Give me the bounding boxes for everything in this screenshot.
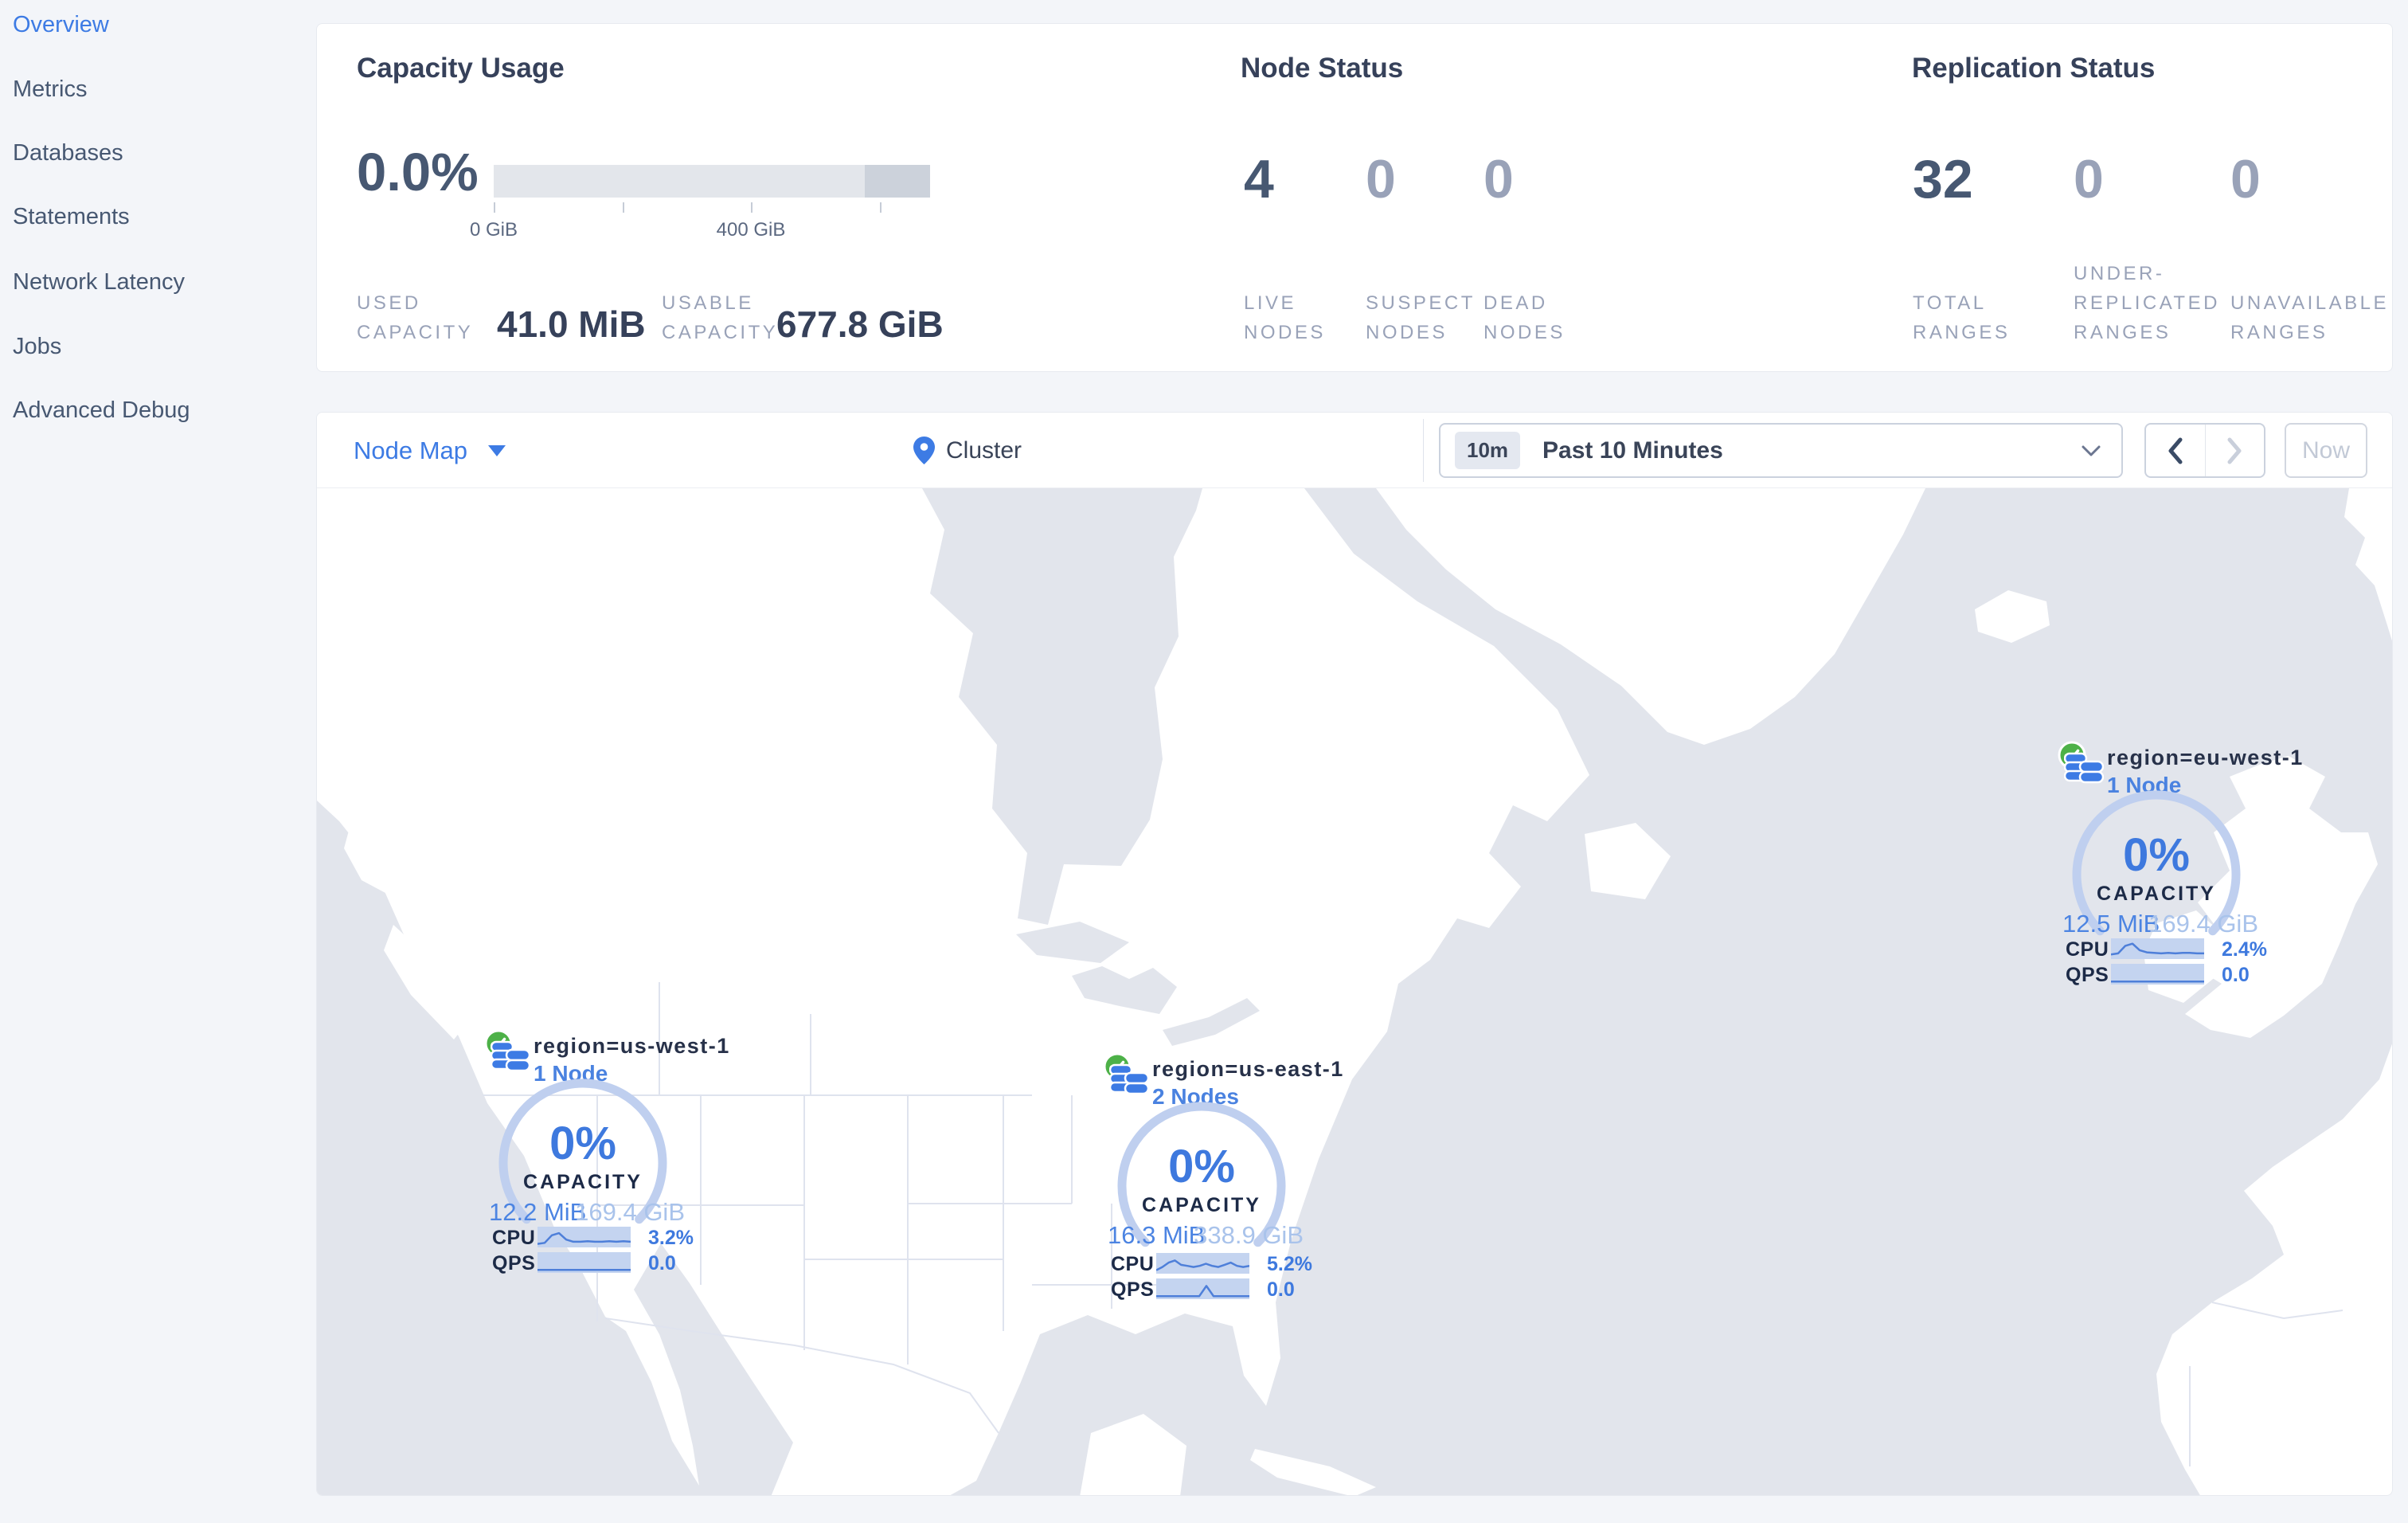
suspect-nodes-count: 0 — [1366, 149, 1396, 209]
capacity-tick — [880, 202, 882, 213]
replication-status-title: Replication Status — [1912, 53, 2156, 84]
usable-capacity-value: 677.8 GiB — [776, 303, 944, 345]
chevron-left-icon — [2168, 437, 2183, 464]
qps-value: 0.0 — [648, 1252, 676, 1274]
dead-nodes-count: 0 — [1484, 149, 1514, 209]
cpu-sparkline — [1155, 1253, 1250, 1274]
cluster-summary-card: Capacity Usage 0.0% 0 GiB 400 GiB USED C… — [316, 23, 2393, 372]
capacity-tick — [751, 202, 752, 213]
qps-value: 0.0 — [1267, 1278, 1295, 1301]
view-mode-label: Node Map — [354, 436, 468, 464]
toolbar-divider — [1423, 419, 1424, 482]
region-usable-capacity: 338.9 GiB — [1194, 1221, 1304, 1249]
sidebar-item-network-latency[interactable]: Network Latency — [13, 269, 185, 296]
live-nodes-count: 4 — [1244, 149, 1274, 209]
dead-nodes-label: DEAD NODES — [1484, 292, 1566, 343]
region-usable-capacity: 169.4 GiB — [2148, 910, 2258, 938]
region-name[interactable]: region=us-east-1 — [1152, 1057, 1344, 1082]
region-name[interactable]: region=eu-west-1 — [2107, 746, 2304, 770]
qps-label: QPS — [1111, 1278, 1155, 1301]
node-map-card: Node Map Cluster 10m Past 10 Minutes Now… — [316, 412, 2393, 1496]
cpu-value: 3.2% — [648, 1227, 694, 1249]
sidebar-item-databases[interactable]: Databases — [13, 140, 123, 166]
region-usable-capacity: 169.4 GiB — [575, 1198, 685, 1226]
sidebar-item-jobs[interactable]: Jobs — [13, 334, 61, 360]
capacity-bar-reserved-segment — [864, 165, 930, 198]
region-capacity-percent: 0% — [549, 1118, 616, 1169]
time-range-badge: 10m — [1455, 432, 1521, 469]
cpu-sparkline — [2110, 938, 2204, 959]
qps-sparkline — [2111, 964, 2204, 985]
node-map-toolbar: Node Map Cluster 10m Past 10 Minutes Now — [317, 413, 2392, 488]
view-mode-dropdown[interactable]: Node Map — [354, 413, 506, 488]
qps-sparkline — [538, 1252, 631, 1273]
capacity-tick-label-400: 400 GiB — [716, 219, 786, 241]
cpu-label: CPU — [2066, 938, 2109, 961]
unavailable-ranges-count: 0 — [2230, 149, 2261, 209]
time-range-select[interactable]: 10m Past 10 Minutes — [1439, 423, 2123, 478]
usable-capacity-label: USABLE CAPACITY — [662, 292, 779, 343]
chevron-down-icon — [488, 444, 506, 456]
time-step-buttons — [2144, 423, 2265, 478]
unavailable-ranges-label: UNAVAILABLE RANGES — [2230, 292, 2390, 343]
used-capacity-label: USED CAPACITY — [357, 292, 474, 343]
cpu-sparkline — [537, 1227, 631, 1247]
region-name[interactable]: region=us-west-1 — [534, 1034, 730, 1059]
breadcrumb[interactable]: Cluster — [913, 413, 1022, 488]
region-capacity-percent: 0% — [2123, 829, 2190, 881]
capacity-tick — [623, 202, 624, 213]
capacity-percent: 0.0% — [357, 143, 479, 202]
chevron-down-icon — [2082, 445, 2101, 456]
time-range-label: Past 10 Minutes — [1542, 437, 1723, 464]
qps-label: QPS — [2066, 964, 2109, 986]
next-range-button[interactable] — [2206, 425, 2265, 476]
sidebar-item-overview[interactable]: Overview — [13, 12, 109, 38]
region-capacity-label: CAPACITY — [1142, 1194, 1261, 1216]
sidebar-item-advanced-debug[interactable]: Advanced Debug — [13, 397, 190, 424]
node-map: region=us-west-1 1 Node 0% CAPACITY 12.2… — [317, 488, 2392, 1495]
capacity-bar — [494, 165, 930, 198]
cpu-value: 5.2% — [1267, 1253, 1312, 1275]
suspect-nodes-label: SUSPECT NODES — [1366, 292, 1476, 343]
sidebar: Overview Metrics Databases Statements Ne… — [0, 0, 316, 1523]
total-ranges-count: 32 — [1913, 149, 1973, 209]
prev-range-button[interactable] — [2146, 425, 2206, 476]
qps-sparkline — [1156, 1278, 1249, 1299]
live-nodes-label: LIVE NODES — [1244, 292, 1326, 343]
capacity-tick — [494, 202, 495, 213]
region-capacity-percent: 0% — [1168, 1141, 1235, 1192]
breadcrumb-cluster: Cluster — [946, 437, 1022, 464]
region-capacity-label: CAPACITY — [523, 1171, 643, 1193]
capacity-usage-title: Capacity Usage — [357, 53, 565, 84]
node-status-title: Node Status — [1241, 53, 1404, 84]
total-ranges-label: TOTAL RANGES — [1913, 292, 2011, 343]
sidebar-item-metrics[interactable]: Metrics — [13, 76, 87, 103]
chevron-right-icon — [2227, 437, 2242, 464]
under-replicated-ranges-count: 0 — [2074, 149, 2104, 209]
world-map — [317, 488, 2392, 1495]
cpu-label: CPU — [1111, 1253, 1155, 1275]
cpu-value: 2.4% — [2222, 938, 2267, 961]
qps-value: 0.0 — [2222, 964, 2250, 986]
cpu-label: CPU — [492, 1227, 536, 1249]
map-pin-icon — [913, 437, 935, 464]
under-replicated-ranges-label: UNDER- REPLICATED RANGES — [2074, 263, 2220, 343]
capacity-tick-label-0: 0 GiB — [469, 219, 518, 241]
sidebar-item-statements[interactable]: Statements — [13, 204, 130, 230]
now-button[interactable]: Now — [2285, 423, 2367, 478]
qps-label: QPS — [492, 1252, 536, 1274]
region-capacity-label: CAPACITY — [2097, 883, 2216, 905]
used-capacity-value: 41.0 MiB — [497, 303, 646, 345]
